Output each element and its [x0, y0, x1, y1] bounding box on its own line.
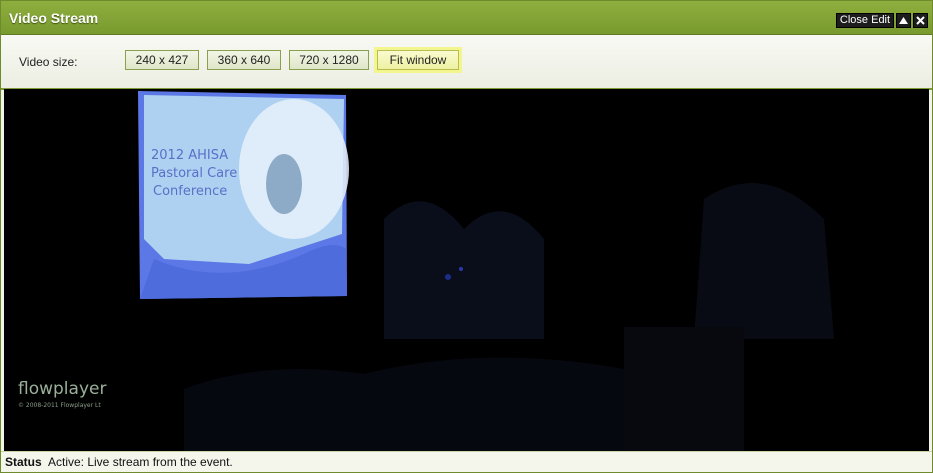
size-720x1280-button[interactable]: 720 x 1280 — [289, 50, 369, 70]
video-size-toolbar: Video size: 240 x 427 360 x 640 720 x 12… — [1, 35, 932, 90]
slide-line-2: Pastoral Care — [151, 166, 237, 181]
size-360x640-button[interactable]: 360 x 640 — [207, 50, 281, 70]
close-window-button[interactable] — [913, 13, 928, 28]
status-label: Status — [5, 455, 42, 469]
arrow-up-icon — [899, 17, 908, 24]
plants-silhouette — [384, 201, 544, 339]
status-bar: Status Active: Live stream from the even… — [1, 451, 932, 472]
flowplayer-copyright: © 2008-2011 Flowplayer Lt — [18, 402, 101, 409]
collapse-button[interactable] — [896, 13, 911, 28]
video-stream-panel: Video Stream Close Edit Video size: 240 … — [0, 0, 933, 473]
slide-line-3: Conference — [153, 184, 227, 199]
video-size-label: Video size: — [19, 55, 78, 69]
close-edit-button[interactable]: Close Edit — [836, 13, 894, 28]
lectern — [624, 327, 744, 451]
size-240x427-button[interactable]: 240 x 427 — [125, 50, 199, 70]
video-player[interactable]: 2012 AHISA Pastoral Care Conference flow… — [4, 89, 929, 451]
audience-silhouette — [184, 357, 624, 451]
fit-window-button[interactable]: Fit window — [377, 50, 459, 70]
window-title: Video Stream — [9, 10, 99, 26]
title-bar: Video Stream Close Edit — [1, 1, 932, 35]
flowplayer-logo: flowplayer — [18, 379, 107, 399]
video-frame: 2012 AHISA Pastoral Care Conference — [138, 91, 834, 451]
close-icon — [916, 16, 925, 25]
status-text: Active: Live stream from the event. — [48, 455, 233, 469]
slide-line-1: 2012 AHISA — [151, 148, 228, 163]
